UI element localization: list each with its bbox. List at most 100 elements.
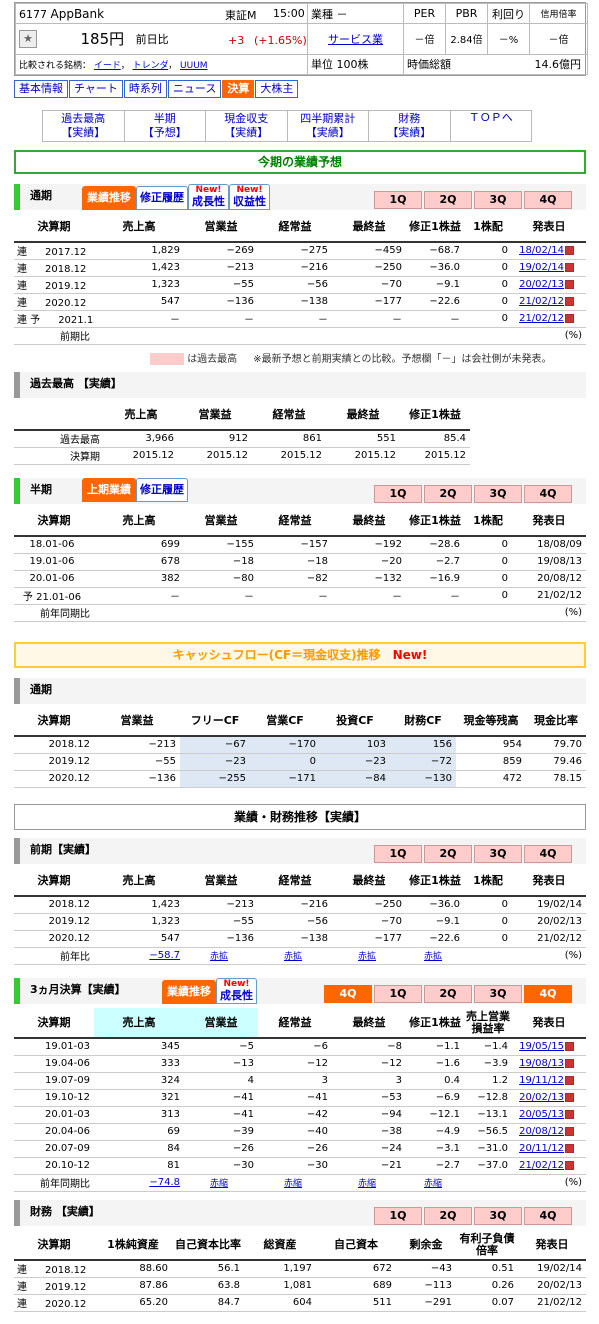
pdf-icon[interactable] — [565, 245, 574, 255]
release-date-link[interactable]: 19/05/15 — [512, 1038, 586, 1056]
pdf-icon[interactable] — [565, 1126, 574, 1136]
tab-q-performance[interactable]: 業績推移 — [162, 980, 216, 1004]
q3-tab[interactable]: 3Q — [474, 985, 522, 1003]
subnav-cash[interactable]: 現金収支 【実績】 — [205, 110, 288, 142]
subnav-finance-sub: 【実績】 — [387, 126, 432, 139]
subnav-top-label: ＴＯＰへ — [468, 111, 513, 125]
q4-tab[interactable]: 4Q — [524, 985, 572, 1003]
q2-tab[interactable]: 2Q — [424, 845, 472, 863]
q3-tab[interactable]: 3Q — [474, 1207, 522, 1225]
tab-performance[interactable]: 業績推移 — [82, 186, 136, 210]
release-date-link[interactable]: 19/02/14 — [512, 259, 586, 277]
subnav-finance[interactable]: 財務 【実績】 — [368, 110, 451, 142]
table-cell: 20.04-06 — [14, 1123, 94, 1141]
table-cell: −8 — [332, 1038, 406, 1056]
nav-earnings[interactable]: 決算 — [222, 80, 255, 98]
q2-tab[interactable]: 2Q — [424, 191, 472, 209]
q4-tab[interactable]: 4Q — [524, 485, 572, 503]
q1-tab[interactable]: 1Q — [374, 845, 422, 863]
nav-basic[interactable]: 基本情報 — [14, 80, 68, 98]
table-row: 決算期 2015.12 2015.12 2015.12 2015.12 2015.12 — [14, 447, 470, 465]
pdf-icon[interactable] — [565, 1143, 574, 1153]
release-date-link[interactable]: 21/02/12 — [512, 310, 586, 328]
col-net: 最終益 — [332, 212, 406, 243]
pdf-icon[interactable] — [565, 1109, 574, 1119]
table-cell: −41 — [258, 1089, 332, 1107]
compare-link-trenda[interactable]: トレンダ — [133, 61, 169, 71]
q1-tab[interactable]: 1Q — [374, 485, 422, 503]
release-date-link[interactable]: 20/02/13 — [512, 1089, 586, 1107]
subnav-quarter[interactable]: 四半期累計 【実績】 — [286, 110, 369, 142]
tab-half-performance[interactable]: 上期業績 — [82, 478, 136, 502]
table-cell: 2019.12 — [14, 753, 94, 771]
q1-tab[interactable]: 1Q — [374, 191, 422, 209]
favorite-star-icon[interactable]: ★ — [19, 29, 37, 48]
release-date-link[interactable]: 21/02/12 — [512, 293, 586, 311]
pdf-icon[interactable] — [565, 1160, 574, 1170]
period: 2019.12 — [45, 281, 87, 292]
tab-half-revision[interactable]: 修正履歴 — [136, 478, 188, 502]
pdf-icon[interactable] — [565, 296, 574, 306]
nav-chart[interactable]: チャート — [69, 80, 123, 98]
q4-tab[interactable]: 4Q — [524, 1207, 572, 1225]
release-date-link[interactable]: 19/08/13 — [512, 1055, 586, 1073]
q4-prev-tab[interactable]: 4Q — [324, 985, 372, 1003]
table-cell: −12 — [258, 1055, 332, 1073]
q3-tab[interactable]: 3Q — [474, 485, 522, 503]
col-cashratio: 現金比率 — [526, 706, 586, 737]
tab-revision[interactable]: 修正履歴 — [136, 186, 188, 210]
release-date-link[interactable]: 19/11/12 — [512, 1072, 586, 1090]
subnav-record[interactable]: 過去最高 【実績】 — [42, 110, 125, 142]
release-date-link[interactable]: 20/05/13 — [512, 1106, 586, 1124]
subnav-top[interactable]: ＴＯＰへ — [449, 110, 532, 142]
q2-tab[interactable]: 2Q — [424, 985, 472, 1003]
pdf-icon[interactable] — [565, 1075, 574, 1085]
table-cell: 313 — [94, 1106, 184, 1124]
q1-tab[interactable]: 1Q — [374, 985, 422, 1003]
compare-link-ied[interactable]: イード — [94, 61, 121, 71]
q4-tab[interactable]: 4Q — [524, 191, 572, 209]
nav-timeseries[interactable]: 時系列 — [123, 80, 167, 98]
release-date-link[interactable]: 20/08/12 — [512, 1123, 586, 1141]
pdf-icon[interactable] — [565, 313, 574, 323]
q3-tab[interactable]: 3Q — [474, 191, 522, 209]
table-cell: −4.9 — [406, 1123, 464, 1141]
industry-link[interactable]: サービス業 — [328, 33, 383, 46]
table-cell: 0.26 — [456, 1277, 518, 1295]
pdf-icon[interactable] — [565, 1058, 574, 1068]
release-date-link[interactable]: 20/11/12 — [512, 1140, 586, 1158]
table-cell: −12.1 — [406, 1106, 464, 1124]
tab-q-growth[interactable]: New! 成長性 — [216, 978, 257, 1004]
q2-tab[interactable]: 2Q — [424, 1207, 472, 1225]
release-date-link[interactable]: 18/02/14 — [512, 242, 586, 260]
table-cell: － — [332, 587, 406, 605]
comparison-cell — [406, 604, 464, 622]
subnav-cash-label: 現金収支 — [224, 112, 269, 125]
tab-profit[interactable]: New! 収益性 — [229, 184, 270, 210]
consolidated-mark: 連 — [17, 281, 27, 292]
q1-tab[interactable]: 1Q — [374, 1207, 422, 1225]
release-date-link[interactable]: 21/02/12 — [512, 1157, 586, 1175]
industry-dash: － — [336, 7, 348, 21]
col-fincf: 財務CF — [390, 706, 456, 737]
subnav-half[interactable]: 半期 【予想】 — [123, 110, 206, 142]
q4-tab[interactable]: 4Q — [524, 845, 572, 863]
comparison-cell: 赤縮 — [332, 1174, 406, 1192]
release-date-link[interactable]: 20/02/13 — [512, 276, 586, 294]
nav-shareholders[interactable]: 大株主 — [255, 80, 299, 98]
compare-link-uuum[interactable]: UUUM — [180, 61, 208, 71]
quarterly-table: 決算期 売上高 営業益 経常益 最終益 修正1株益 売上営業損益率 発表日 19.01-03 3… — [14, 1008, 586, 1192]
q3-tab[interactable]: 3Q — [474, 845, 522, 863]
table-cell: −82 — [258, 570, 332, 588]
table-cell: － — [94, 310, 184, 328]
nav-news[interactable]: ニュース — [167, 80, 222, 98]
pdf-icon[interactable] — [565, 279, 574, 289]
table-row: 19.10-12 321 −41 −41 −53 −6.9 −12.8 20/02/13 — [14, 1089, 586, 1107]
table-cell: 472 — [456, 770, 526, 788]
tab-growth[interactable]: New! 成長性 — [188, 184, 229, 210]
pdf-icon[interactable] — [565, 262, 574, 272]
pdf-icon[interactable] — [565, 1092, 574, 1102]
table-cell: 156 — [390, 736, 456, 754]
q2-tab[interactable]: 2Q — [424, 485, 472, 503]
pdf-icon[interactable] — [565, 1041, 574, 1051]
